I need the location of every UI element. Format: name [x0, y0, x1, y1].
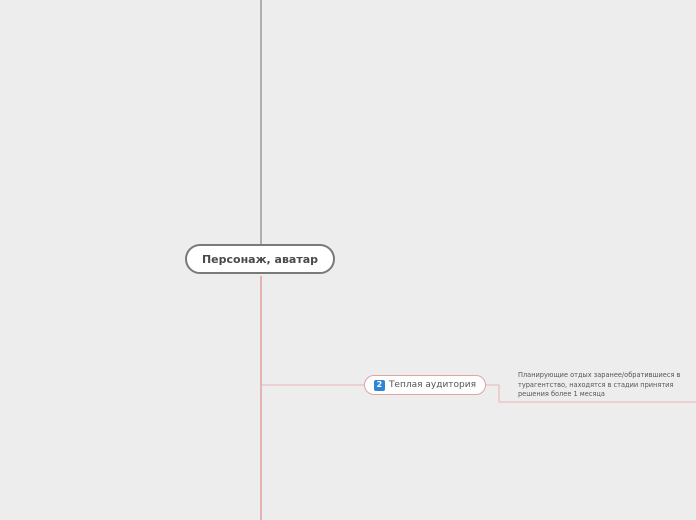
subtopic-warm-audience-node[interactable]: 2 Теплая аудитория	[364, 375, 486, 395]
central-topic-node[interactable]: Персонаж, аватар	[185, 244, 335, 274]
subtopic-label: Теплая аудитория	[388, 380, 477, 390]
connector-lines	[260, 0, 696, 520]
mindmap-canvas: Персонаж, аватар 2 Теплая аудитория План…	[0, 0, 696, 520]
central-topic-label: Персонаж, аватар	[201, 252, 319, 266]
subtopic-note-text[interactable]: Планирующие отдых заранее/обратившиеся в…	[518, 371, 690, 400]
number-2-badge-icon: 2	[373, 379, 385, 391]
